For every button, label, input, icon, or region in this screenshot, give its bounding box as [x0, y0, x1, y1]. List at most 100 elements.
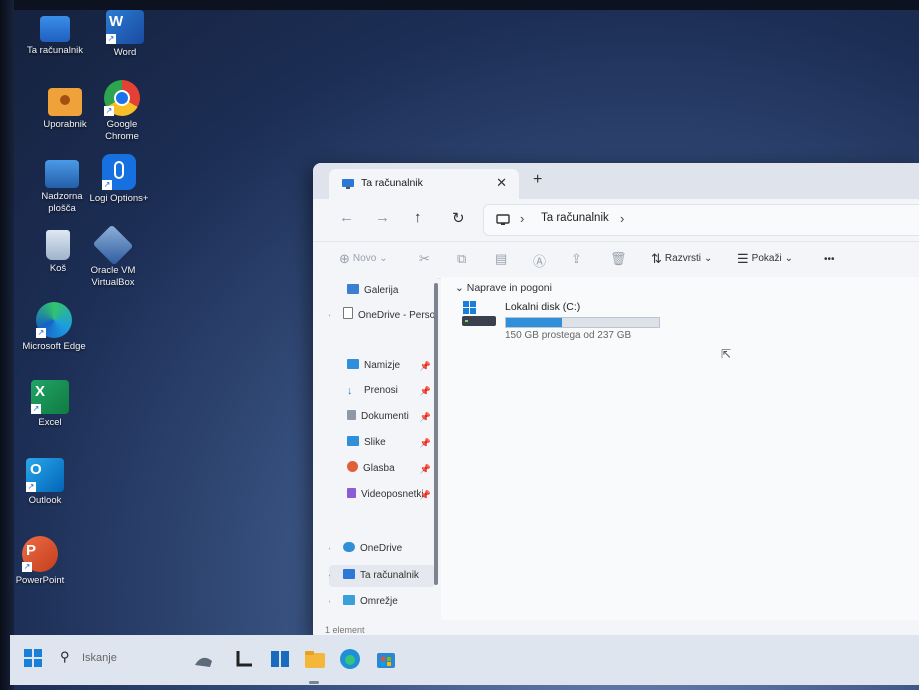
new-button[interactable]: ⊕ Novo ⌄: [339, 251, 388, 267]
tab-this-pc[interactable]: Ta računalnik ✕: [329, 169, 519, 199]
view-button[interactable]: ☰ Pokaži ⌄: [737, 251, 793, 267]
widget-icon[interactable]: [192, 647, 216, 671]
chevron-down-icon: ⌄: [784, 253, 794, 264]
computer-icon: [343, 569, 355, 579]
music-icon: [347, 461, 358, 472]
drive-item-c[interactable]: Lokalni disk (C:) 150 GB prostega od 237…: [461, 299, 671, 345]
desktop-icon-logi-options[interactable]: ↗ Logi Options+: [86, 154, 152, 205]
nav-item-network[interactable]: ›Omrežje: [329, 591, 435, 613]
chevron-down-icon: ⌄: [704, 253, 713, 264]
desktop-icon-outlook[interactable]: O ↗ Outlook: [12, 458, 78, 507]
pin-icon[interactable]: 📌: [420, 458, 431, 480]
mouse-pointer-icon: ⇱: [721, 347, 732, 361]
file-icon: [343, 307, 353, 319]
up-arrow-icon[interactable]: ↑: [414, 209, 422, 226]
pin-icon[interactable]: 📌: [420, 380, 431, 402]
virtualbox-icon: [92, 224, 134, 266]
shortcut-arrow-icon: ↗: [106, 34, 116, 44]
excel-icon: X ↗: [31, 380, 69, 414]
chevron-right-icon: ›: [329, 565, 330, 587]
shortcut-arrow-icon: ↗: [22, 562, 32, 572]
item-count: 1 element: [325, 625, 365, 635]
recycle-bin-icon: [46, 230, 70, 260]
drive-icon: [462, 301, 496, 326]
snap-layout-icon[interactable]: [268, 647, 292, 671]
rename-icon[interactable]: Ⓐ: [533, 251, 546, 270]
refresh-icon[interactable]: ↻: [452, 209, 465, 227]
nav-item-videos[interactable]: Videoposnetki 📌: [347, 484, 433, 506]
nav-item-desktop[interactable]: Namizje 📌: [347, 355, 433, 377]
documents-icon: [347, 410, 356, 420]
desktop-icon-powerpoint[interactable]: P ↗ PowerPoint: [7, 536, 73, 587]
desktop-icon-virtualbox[interactable]: Oracle VM VirtualBox: [80, 224, 146, 289]
powerpoint-icon: P ↗: [22, 536, 58, 572]
cloud-icon: [343, 542, 355, 552]
task-view-icon[interactable]: [232, 647, 256, 671]
plus-circle-icon: ⊕: [339, 251, 350, 266]
delete-icon[interactable]: 🗑: [610, 251, 627, 267]
nav-item-downloads[interactable]: ↓ Prenosi 📌: [347, 380, 433, 402]
more-options-icon[interactable]: •••: [824, 254, 835, 265]
drive-label: Lokalni disk (C:): [505, 301, 581, 313]
chrome-icon: ↗: [104, 80, 140, 116]
nav-item-music[interactable]: Glasba 📌: [347, 458, 433, 480]
pin-icon[interactable]: 📌: [420, 484, 431, 506]
edge-taskbar-icon[interactable]: [338, 647, 362, 671]
drive-usage-bar: [505, 317, 660, 328]
desktop-folder-icon: [347, 359, 359, 369]
navigation-pane: Galerija ›OneDrive - Perso Namizje📌 ↓Pre…: [313, 277, 437, 620]
group-header-devices[interactable]: ⌄ Naprave in pogoni: [455, 282, 552, 294]
address-bar[interactable]: › Ta računalnik ›: [483, 204, 919, 236]
cut-icon[interactable]: ✂: [419, 251, 430, 267]
file-explorer-taskbar-icon[interactable]: [303, 647, 327, 671]
desktop-icon-this-pc[interactable]: Ta računalnik: [22, 12, 88, 57]
pin-icon[interactable]: 📌: [420, 432, 431, 454]
screen-bezel-top: [0, 0, 919, 10]
chevron-right-icon: ›: [329, 591, 330, 613]
taskbar-search[interactable]: ⚲ Iskanje: [60, 649, 180, 669]
edge-icon: ↗: [36, 302, 72, 338]
forward-arrow-icon[interactable]: →: [375, 209, 390, 226]
drive-usage-fill: [506, 318, 563, 327]
store-taskbar-icon[interactable]: [374, 647, 398, 671]
share-icon[interactable]: ⇪: [571, 251, 582, 267]
navigation-bar: ← → ↑ ↻ › Ta računalnik ›: [313, 199, 919, 239]
nav-item-documents[interactable]: Dokumenti 📌: [347, 406, 433, 428]
nav-scrollbar[interactable]: [434, 283, 438, 585]
desktop-icon-edge[interactable]: ↗ Microsoft Edge: [21, 302, 87, 353]
control-panel-icon: [45, 160, 79, 188]
desktop-icon-word[interactable]: W ↗ Word: [92, 10, 158, 59]
chevron-down-icon: ⌄: [455, 282, 464, 294]
shortcut-arrow-icon: ↗: [26, 482, 36, 492]
tab-bar: Ta računalnik ✕ +: [313, 163, 919, 199]
view-list-icon: ☰: [737, 251, 749, 266]
desktop-icon-chrome[interactable]: ↗ Google Chrome: [89, 80, 155, 143]
nav-item-onedrive-personal[interactable]: ›OneDrive - Perso: [329, 305, 435, 327]
chevron-right-icon[interactable]: ›: [620, 211, 624, 226]
computer-outline-icon: [496, 214, 510, 225]
paste-icon[interactable]: ▤: [495, 251, 507, 267]
pin-icon[interactable]: 📌: [420, 406, 431, 428]
new-tab-button[interactable]: +: [533, 171, 542, 189]
nav-item-pictures[interactable]: Slike 📌: [347, 432, 433, 454]
start-button[interactable]: [24, 649, 42, 667]
back-arrow-icon[interactable]: ←: [339, 209, 354, 226]
copy-icon[interactable]: ⧉: [457, 251, 466, 267]
computer-icon: [342, 179, 354, 189]
chevron-right-icon: ›: [329, 305, 330, 327]
close-tab-icon[interactable]: ✕: [496, 175, 507, 191]
breadcrumb-this-pc[interactable]: Ta računalnik: [541, 212, 609, 224]
chevron-right-icon: ›: [520, 211, 525, 226]
search-icon: ⚲: [60, 649, 70, 664]
content-pane: ⌄ Naprave in pogoni Lokalni disk (C:) 15…: [441, 277, 919, 620]
shortcut-arrow-icon: ↗: [31, 404, 41, 414]
shortcut-arrow-icon: ↗: [104, 106, 114, 116]
desktop-icon-excel[interactable]: X ↗ Excel: [17, 380, 83, 429]
pin-icon[interactable]: 📌: [420, 355, 431, 377]
nav-item-onedrive[interactable]: ›OneDrive: [329, 538, 435, 560]
command-bar: ⊕ Novo ⌄ ✂ ⧉ ▤ Ⓐ ⇪ 🗑 ⇅ Razvrsti ⌄ ☰ Pokaži ⌄ •…: [313, 241, 919, 279]
gallery-icon: [347, 284, 359, 294]
nav-item-gallery[interactable]: Galerija: [347, 280, 433, 302]
sort-button[interactable]: ⇅ Razvrsti ⌄: [651, 251, 712, 267]
nav-item-this-pc[interactable]: ›Ta računalnik: [329, 565, 435, 587]
